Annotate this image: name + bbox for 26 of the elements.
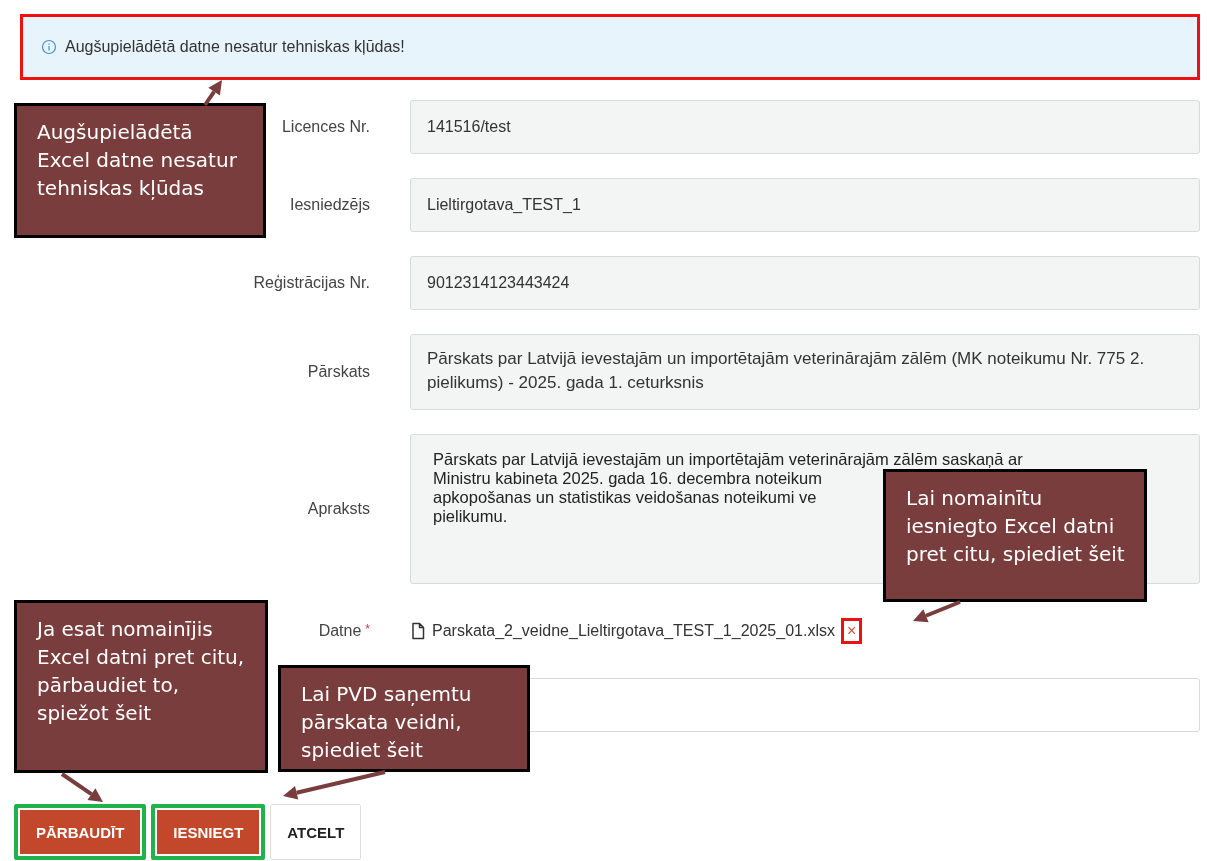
field-label: Iesniedzējs	[289, 196, 370, 214]
remove-file-button[interactable]: ×	[840, 618, 863, 644]
text-field[interactable]: 9012314123443424	[410, 256, 1200, 310]
annotation-tooltip: Ja esat nomainījis Excel datni pret citu, pārbaudiet to, spiežot šeit	[14, 600, 268, 773]
text-field[interactable]: 141516/test	[410, 100, 1200, 154]
callout-arrow	[913, 600, 961, 623]
text-area[interactable]: Pārskats par Latvijā ievestajām un importētajām veterinārajām zālēm (MK noteikumu Nr. 775 2. pielikums) - 2025. gada 1. ceturksnis	[410, 334, 1200, 410]
alert-text: Augšupielādētā datne nesatur tehniskas kļūdas!	[65, 38, 405, 56]
field-label: Licences Nr.	[281, 118, 370, 136]
text-field[interactable]: Lieltirgotava_TEST_1	[410, 178, 1200, 232]
field-label: Reģistrācijas Nr.	[253, 274, 370, 292]
field-label: Pārskats	[307, 363, 370, 381]
annotation-tooltip: Lai nomainītu iesniegto Excel datni pret citu, spiediet šeit	[883, 469, 1147, 602]
info-icon	[41, 39, 57, 55]
file-icon	[410, 622, 426, 640]
annotation-tooltip: Augšupielādētā Excel datne nesatur tehniskas kļūdas	[14, 103, 266, 238]
field-label: Datne *	[318, 622, 370, 640]
file-name[interactable]: Parskata_2_veidne_Lieltirgotava_TEST_1_2025_01.xlsx	[432, 622, 835, 640]
callout-arrow	[60, 772, 103, 802]
callout-arrow	[203, 80, 222, 107]
required-mark: *	[365, 622, 370, 636]
form-button[interactable]: PĀRBAUDĪT	[14, 804, 147, 860]
form-button[interactable]: ATCELT	[270, 804, 362, 860]
field-label: Apraksts	[307, 500, 370, 518]
form-button[interactable]: IESNIEGT	[151, 804, 266, 860]
annotation-tooltip: Lai PVD saņemtu pārskata veidni, spiediet šeit	[278, 665, 530, 772]
